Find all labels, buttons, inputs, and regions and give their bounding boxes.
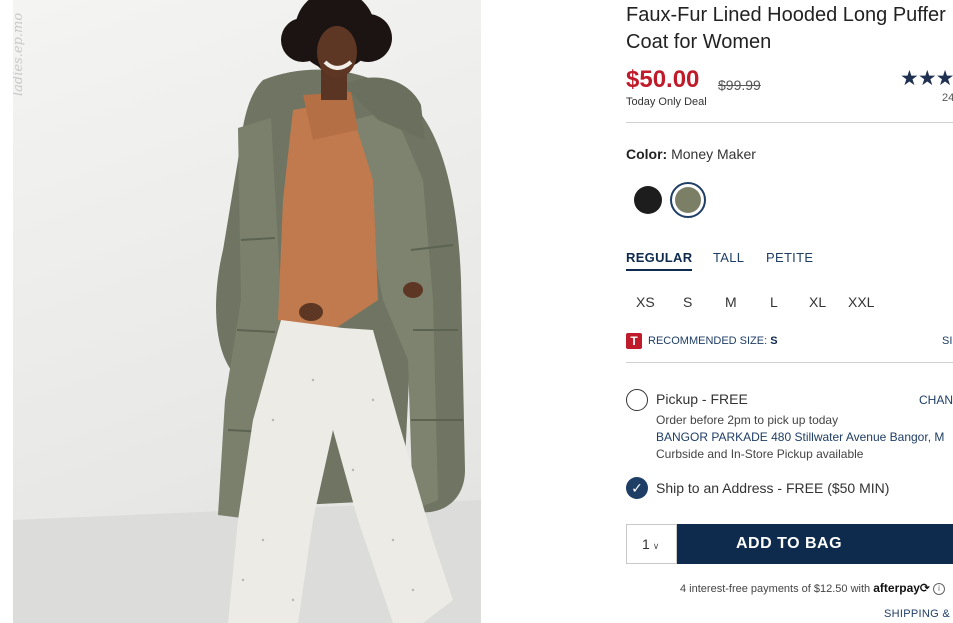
swatch-money-maker[interactable] [670, 182, 706, 218]
deal-label: Today Only Deal [626, 96, 707, 108]
divider [626, 362, 953, 363]
pickup-order-note: Order before 2pm to pick up today [656, 413, 839, 427]
afterpay-message: 4 interest-free payments of $12.50 with … [680, 581, 946, 596]
pickup-label[interactable]: Pickup - FREE [656, 391, 748, 407]
color-selection: Color: Money Maker [626, 146, 756, 162]
size-xs[interactable]: XS [636, 294, 655, 310]
tab-regular[interactable]: REGULAR [626, 250, 693, 271]
color-value: Money Maker [671, 146, 756, 162]
product-title: Faux-Fur Lined Hooded Long Puffer Coat f… [626, 4, 946, 53]
ship-label[interactable]: Ship to an Address - FREE ($50 MIN) [656, 480, 889, 496]
add-to-bag-button[interactable]: ADD TO BAG [677, 524, 953, 564]
store-address-link[interactable]: BANGOR PARKADE 480 Stillwater Avenue Ban… [656, 430, 944, 444]
divider [626, 122, 953, 123]
true-fit-icon: T [626, 333, 642, 349]
review-count[interactable]: 24 [942, 92, 953, 104]
product-photo[interactable]: ladies.ep.mo [13, 0, 481, 623]
recommended-size-value: S [770, 335, 778, 347]
chevron-down-icon: ∨ [652, 541, 660, 551]
swatch-black[interactable] [634, 186, 662, 214]
ship-radio-checked[interactable]: ✓ [626, 477, 648, 499]
pickup-availability: Curbside and In-Store Pickup available [656, 447, 864, 461]
afterpay-logo: afterpay⟳ [873, 581, 930, 595]
tab-petite[interactable]: PETITE [766, 250, 813, 265]
rating-stars[interactable]: ★★★ [900, 66, 953, 91]
sale-price: $50.00 [626, 66, 700, 93]
info-icon[interactable]: i [933, 583, 946, 596]
recommended-size-label: RECOMMENDED SIZE: S [648, 335, 778, 347]
size-chart-link[interactable]: SI [942, 335, 952, 347]
model-illustration [13, 0, 481, 623]
size-xl[interactable]: XL [809, 294, 826, 310]
shipping-returns-link[interactable]: SHIPPING & R [884, 608, 953, 620]
size-xxl[interactable]: XXL [848, 294, 874, 310]
color-label: Color: [626, 146, 668, 162]
pickup-radio[interactable] [626, 389, 648, 411]
quantity-value: 1 [642, 536, 650, 552]
size-l[interactable]: L [770, 294, 778, 310]
tab-tall[interactable]: TALL [713, 250, 744, 265]
original-price: $99.99 [718, 77, 761, 93]
change-store-link[interactable]: CHANG [919, 393, 953, 407]
quantity-select[interactable]: 1 ∨ [626, 524, 677, 564]
size-m[interactable]: M [725, 294, 737, 310]
watermark: ladies.ep.mo [13, 12, 26, 96]
size-s[interactable]: S [683, 294, 692, 310]
swatch-fill [675, 187, 701, 213]
